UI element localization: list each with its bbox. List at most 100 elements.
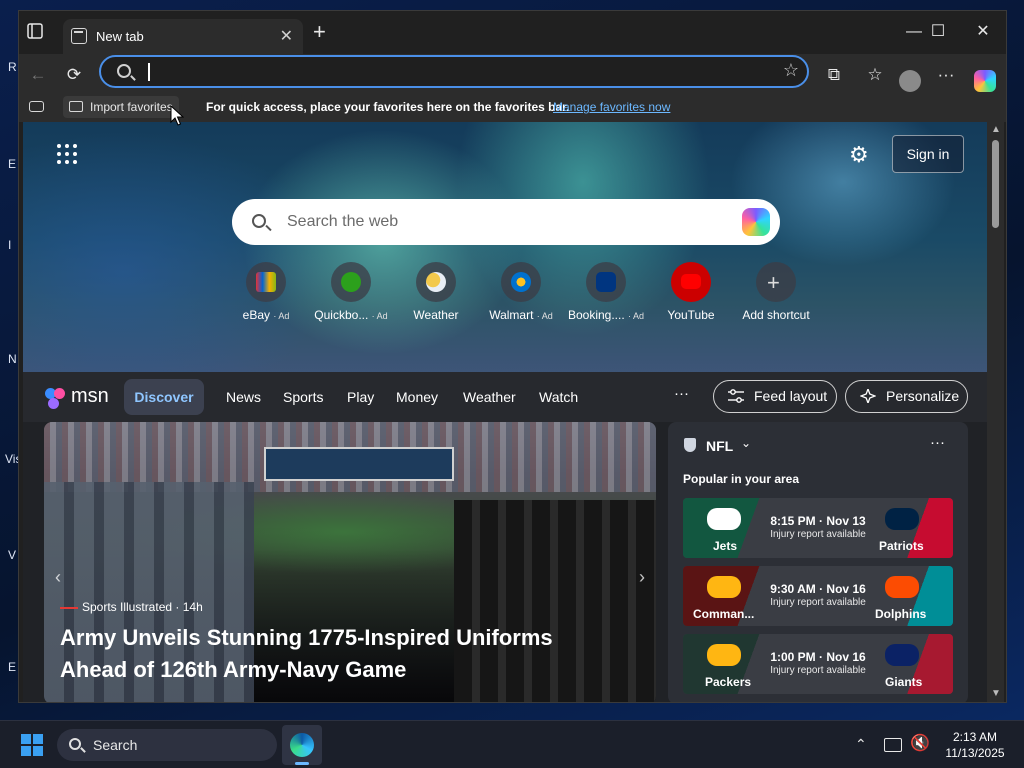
- personalize-label: Personalize: [886, 388, 960, 404]
- search-icon: [117, 64, 131, 78]
- nav-weather[interactable]: Weather: [463, 389, 516, 405]
- profile-avatar[interactable]: [899, 70, 921, 92]
- game-row[interactable]: Packers 1:00 PM · Nov 16 Injury report a…: [683, 634, 953, 694]
- chevron-down-icon[interactable]: ⌄: [741, 436, 751, 450]
- shortcut-label: Booking....: [567, 308, 625, 322]
- volume-mute-icon[interactable]: 🔇: [910, 733, 930, 753]
- more-options-icon[interactable]: ···: [935, 64, 957, 86]
- tab-actions-icon[interactable]: [27, 23, 49, 45]
- shortcut-label: Walmart: [489, 308, 534, 322]
- desktop-icon-label[interactable]: R: [8, 60, 17, 74]
- nav-watch[interactable]: Watch: [539, 389, 578, 405]
- desktop-icon-label[interactable]: E: [8, 157, 16, 171]
- shortcut-booking[interactable]: Booking.... · Ad: [561, 262, 651, 322]
- search-icon: [69, 738, 81, 750]
- desktop-icon-label[interactable]: E: [8, 660, 16, 674]
- source-logo-icon: [60, 606, 78, 609]
- nav-more-icon[interactable]: ···: [674, 385, 689, 402]
- shortcut-walmart[interactable]: Walmart · Ad: [476, 262, 566, 322]
- carousel-next-icon[interactable]: ›: [630, 562, 654, 592]
- patriots-logo-icon: [885, 508, 919, 530]
- system-clock[interactable]: 2:13 AM 11/13/2025: [940, 729, 1010, 761]
- web-search-box[interactable]: Search the web: [232, 199, 780, 245]
- shortcut-youtube[interactable]: YouTube: [646, 262, 736, 322]
- new-tab-page: ⚙ Sign in Search the web eBay · Ad Quick…: [23, 122, 987, 702]
- desktop-icon-label[interactable]: V: [8, 548, 16, 562]
- msn-navigation-bar: msn Discover News Sports Play Money Weat…: [23, 372, 987, 422]
- quickbooks-icon: [331, 262, 371, 302]
- feed-layout-label: Feed layout: [754, 388, 828, 404]
- carousel-prev-icon[interactable]: ‹: [46, 562, 70, 592]
- hero-article-card[interactable]: ‹ › Sports Illustrated · 14h Army Unveil…: [44, 422, 656, 702]
- desktop-icon-label[interactable]: I: [8, 238, 11, 252]
- nav-money[interactable]: Money: [396, 389, 438, 405]
- tab-new-tab[interactable]: New tab ✕: [63, 19, 303, 54]
- shortcut-ebay[interactable]: eBay · Ad: [221, 262, 311, 322]
- ad-badge: · Ad: [371, 311, 388, 321]
- shortcut-add[interactable]: + Add shortcut: [731, 262, 821, 322]
- game-row[interactable]: Jets 8:15 PM · Nov 13 Injury report avai…: [683, 498, 953, 558]
- scroll-down-icon[interactable]: ▼: [991, 688, 1001, 699]
- address-bar[interactable]: ☆: [99, 55, 809, 88]
- search-placeholder: Search the web: [287, 213, 399, 230]
- more-options-icon[interactable]: ···: [930, 434, 945, 451]
- settings-gear-icon[interactable]: ⚙: [849, 142, 869, 168]
- reload-icon[interactable]: ⟳: [63, 64, 85, 86]
- active-indicator: [295, 762, 309, 765]
- tab-close-icon[interactable]: ✕: [280, 26, 293, 46]
- favorites-bar: Import favorites For quick access, place…: [19, 96, 1006, 122]
- article-age: · 14h: [175, 600, 203, 614]
- msn-logo[interactable]: msn: [45, 382, 115, 410]
- text-caret: [148, 63, 150, 81]
- import-icon: [69, 101, 83, 112]
- copilot-icon[interactable]: [974, 70, 996, 92]
- quick-links: eBay · Ad Quickbo... · Ad Weather Walmar…: [221, 262, 821, 332]
- favorites-icon[interactable]: ☆: [864, 64, 886, 86]
- walmart-icon: [501, 262, 541, 302]
- nav-news[interactable]: News: [226, 389, 261, 405]
- article-headline[interactable]: Army Unveils Stunning 1775-Inspired Unif…: [60, 622, 620, 686]
- desktop-icon-label[interactable]: N: [8, 352, 17, 366]
- game-row[interactable]: Comman... 9:30 AM · Nov 16 Injury report…: [683, 566, 953, 626]
- page-scrollbar[interactable]: ▲ ▼: [987, 122, 1004, 702]
- home-team: Giants: [885, 675, 923, 689]
- feed-layout-button[interactable]: Feed layout: [713, 380, 837, 413]
- extensions-icon[interactable]: ⧉: [823, 64, 845, 86]
- scrollbar-thumb[interactable]: [992, 140, 999, 228]
- nav-sports[interactable]: Sports: [283, 389, 323, 405]
- favorite-star-icon[interactable]: ☆: [783, 60, 799, 81]
- shortcut-quickbooks[interactable]: Quickbo... · Ad: [306, 262, 396, 322]
- import-favorites-button[interactable]: Import favorites: [63, 96, 179, 118]
- sign-in-button[interactable]: Sign in: [892, 135, 964, 173]
- sparkle-icon: [860, 389, 876, 403]
- nav-play[interactable]: Play: [347, 389, 374, 405]
- browser-toolbar: ← ⟳ ☆ ⧉ ☆ ···: [19, 54, 1006, 96]
- ad-badge: · Ad: [536, 311, 553, 321]
- copilot-search-icon[interactable]: [742, 208, 770, 236]
- app-launcher-icon[interactable]: [57, 144, 77, 164]
- maximize-button[interactable]: ☐: [918, 21, 958, 43]
- windows-start-icon[interactable]: [21, 734, 43, 756]
- scroll-up-icon[interactable]: ▲: [991, 124, 1001, 135]
- manage-favorites-link[interactable]: Manage favorites now: [553, 100, 670, 114]
- youtube-icon: [671, 262, 711, 302]
- network-icon[interactable]: [884, 738, 902, 752]
- personalize-button[interactable]: Personalize: [845, 380, 968, 413]
- nfl-league-name[interactable]: NFL: [706, 438, 733, 454]
- hero-image-scoreboard: [264, 447, 454, 481]
- new-tab-button[interactable]: +: [313, 21, 326, 43]
- taskbar: Search ⌃ 🔇 2:13 AM 11/13/2025: [0, 720, 1024, 768]
- close-button[interactable]: ✕: [963, 21, 1003, 43]
- ebay-icon: [246, 262, 286, 302]
- back-icon[interactable]: ←: [27, 64, 49, 86]
- shortcut-weather[interactable]: Weather: [391, 262, 481, 322]
- mouse-cursor-icon: [170, 105, 184, 126]
- popular-heading: Popular in your area: [683, 472, 800, 486]
- nfl-shield-icon: [684, 438, 696, 452]
- shortcut-label: Weather: [413, 308, 459, 322]
- tray-overflow-icon[interactable]: ⌃: [855, 736, 867, 753]
- taskbar-search[interactable]: Search: [57, 729, 277, 761]
- edge-taskbar-button[interactable]: [282, 725, 322, 765]
- nav-discover[interactable]: Discover: [124, 379, 204, 415]
- booking-icon: [586, 262, 626, 302]
